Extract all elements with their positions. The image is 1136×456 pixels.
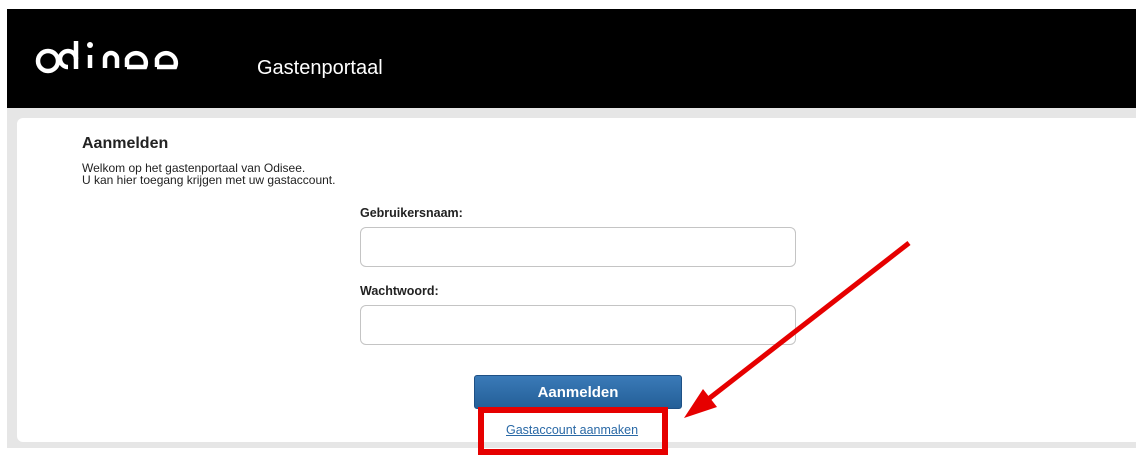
login-title: Aanmelden xyxy=(82,135,169,152)
password-input[interactable] xyxy=(360,305,796,345)
username-label: Gebruikersnaam: xyxy=(360,206,463,220)
welcome-line-2: U kan hier toegang krijgen met uw gastac… xyxy=(82,173,336,187)
username-input[interactable] xyxy=(360,227,796,267)
password-label: Wachtwoord: xyxy=(360,284,439,298)
login-button[interactable]: Aanmelden xyxy=(474,375,682,409)
odisee-logo xyxy=(35,41,179,74)
highlight-box xyxy=(478,407,668,455)
welcome-text: Welkom op het gastenportaal van Odisee. … xyxy=(82,162,335,186)
header-bar: Gastenportaal xyxy=(7,9,1136,108)
portal-title: Gastenportaal xyxy=(257,57,383,79)
